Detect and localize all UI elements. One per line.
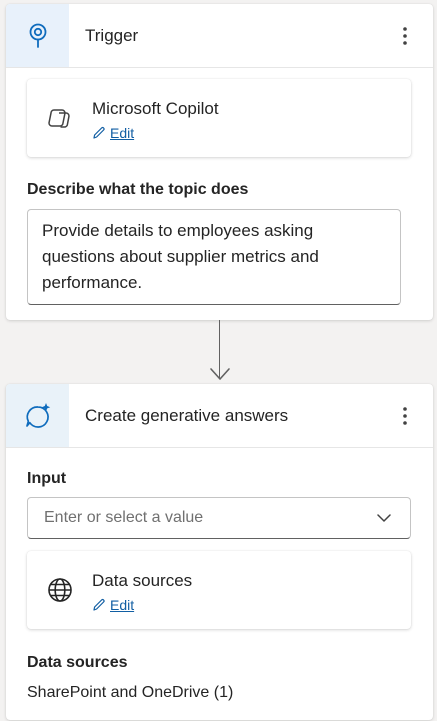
generative-answers-node-card[interactable]: Create generative answers Input Enter or… — [6, 384, 433, 720]
more-vertical-icon — [403, 27, 407, 45]
copilot-edit-label: Edit — [110, 125, 135, 141]
input-select[interactable]: Enter or select a value — [27, 497, 411, 539]
copilot-edit-link[interactable]: Edit — [92, 125, 134, 141]
data-sources-value: SharePoint and OneDrive (1) — [27, 684, 234, 701]
generative-title: Create generative answers — [85, 406, 289, 425]
trigger-title: Trigger — [85, 26, 139, 45]
copilot-source-title: Microsoft Copilot — [92, 99, 219, 118]
data-sources-label: Data sources — [27, 654, 128, 671]
trigger-icon — [6, 4, 69, 67]
input-placeholder: Enter or select a value — [44, 509, 204, 526]
globe-icon — [45, 551, 75, 629]
input-label: Input — [27, 470, 67, 487]
data-sources-edit-link[interactable]: Edit — [92, 597, 134, 613]
data-sources-card-title: Data sources — [92, 571, 193, 590]
description-label: Describe what the topic does — [27, 181, 249, 198]
data-sources-card[interactable]: Data sources Edit — [27, 551, 411, 629]
pencil-icon — [93, 127, 105, 139]
chevron-down-icon — [377, 514, 391, 522]
description-textarea[interactable]: Provide details to employees asking ques… — [27, 209, 401, 305]
sparkle-chat-icon — [6, 384, 69, 447]
trigger-node-card[interactable]: Trigger Microsoft Copilot Edit Describe … — [6, 4, 433, 320]
trigger-more-button[interactable] — [391, 22, 419, 50]
generative-more-button[interactable] — [391, 402, 419, 430]
pencil-icon — [93, 599, 105, 611]
copilot-icon — [45, 79, 75, 157]
arrow-down-icon — [210, 368, 230, 380]
generative-node-header: Create generative answers — [6, 384, 433, 448]
data-sources-edit-label: Edit — [110, 597, 135, 613]
trigger-node-header: Trigger — [6, 4, 433, 68]
more-vertical-icon — [403, 407, 407, 425]
copilot-source-card[interactable]: Microsoft Copilot Edit — [27, 79, 411, 157]
